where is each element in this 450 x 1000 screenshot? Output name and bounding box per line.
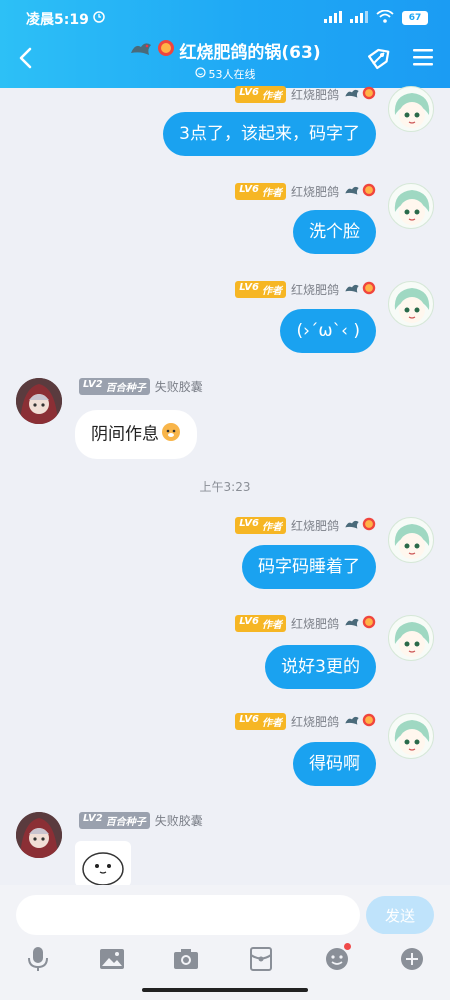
camera-icon[interactable]	[170, 943, 202, 975]
medal-icon	[157, 39, 175, 62]
other-avatar[interactable]	[16, 812, 62, 858]
wifi-icon	[376, 8, 394, 27]
message-meta: LV6 作者 红烧肥鸽	[235, 713, 376, 730]
my-avatar[interactable]	[388, 713, 434, 759]
message-bubble[interactable]: 阴间作息	[75, 410, 197, 459]
author-badge: LV6 作者	[235, 517, 286, 534]
medal-icon	[362, 517, 376, 534]
alarm-icon	[92, 8, 106, 27]
input-bar: 发送	[0, 885, 450, 1000]
image-icon[interactable]	[96, 943, 128, 975]
message-bubble[interactable]: 说好3更的	[265, 645, 376, 689]
status-icons: 67	[324, 8, 428, 27]
status-time: 凌晨5:19	[26, 12, 89, 28]
message-input[interactable]	[16, 895, 360, 935]
medal-icon	[362, 281, 376, 298]
medal-icon	[362, 713, 376, 730]
group-title: 红烧肥鸽的锅(63)	[179, 43, 321, 63]
plus-icon[interactable]	[396, 943, 428, 975]
dragon-icon	[344, 87, 360, 102]
my-avatar[interactable]	[388, 281, 434, 327]
message-text: 阴间作息	[91, 424, 159, 445]
time-divider: 上午3:23	[199, 480, 251, 494]
sender-name: 红烧肥鸽	[290, 617, 339, 631]
message-bubble[interactable]: 得码啊	[293, 742, 376, 786]
message-meta: LV6 作者 红烧肥鸽	[235, 517, 376, 534]
status-bar: 凌晨5:19 67	[0, 0, 450, 34]
sender-name: 红烧肥鸽	[290, 519, 339, 533]
message-bubble[interactable]: 3点了，该起来，码字了	[163, 112, 376, 156]
mic-icon[interactable]	[22, 943, 54, 975]
dragon-icon	[344, 282, 360, 297]
dragon-icon	[344, 184, 360, 199]
online-icon	[194, 67, 206, 81]
author-badge: LV6 作者	[235, 713, 286, 730]
message-meta: LV6 作者 红烧肥鸽	[235, 615, 376, 632]
message-meta: LV6 作者 红烧肥鸽	[235, 183, 376, 200]
member-badge: LV2 百合种子	[79, 378, 150, 395]
home-indicator[interactable]	[142, 988, 308, 992]
dragon-icon	[344, 518, 360, 533]
red-packet-icon[interactable]	[245, 943, 277, 975]
sender-name: 红烧肥鸽	[290, 185, 339, 199]
battery-icon: 67	[402, 10, 428, 25]
notification-dot	[344, 943, 351, 950]
sender-name: 红烧肥鸽	[290, 283, 339, 297]
message-bubble[interactable]: 洗个脸	[293, 210, 376, 254]
message-meta: LV2 百合种子 失败胶囊	[79, 812, 203, 829]
emoji-icon[interactable]	[321, 943, 353, 975]
my-avatar[interactable]	[388, 517, 434, 563]
message-meta: LV6 作者 红烧肥鸽	[235, 86, 376, 103]
message-bubble[interactable]: (›´ω`‹ )	[280, 309, 376, 353]
my-avatar[interactable]	[388, 183, 434, 229]
sticker-message[interactable]	[75, 841, 131, 887]
sender-name: 红烧肥鸽	[290, 715, 339, 729]
medal-icon	[362, 615, 376, 632]
chat-header: 凌晨5:19 67 红烧肥鸽的锅(63) 53人在线	[0, 0, 450, 88]
author-badge: LV6 作者	[235, 183, 286, 200]
author-badge: LV6 作者	[235, 86, 286, 103]
other-avatar[interactable]	[16, 378, 62, 424]
message-bubble[interactable]: 码字码睡着了	[242, 545, 376, 589]
message-meta: LV6 作者 红烧肥鸽	[235, 281, 376, 298]
sender-name: 失败胶囊	[154, 380, 203, 394]
input-toolbar	[0, 943, 450, 975]
author-badge: LV6 作者	[235, 281, 286, 298]
dragon-icon	[344, 714, 360, 729]
online-count: 53人在线	[208, 68, 256, 81]
sender-name: 失败胶囊	[154, 814, 203, 828]
my-avatar[interactable]	[388, 615, 434, 661]
my-avatar[interactable]	[388, 86, 434, 132]
sender-name: 红烧肥鸽	[290, 88, 339, 102]
dragon-icon	[344, 616, 360, 631]
menu-button[interactable]	[410, 44, 436, 74]
member-badge: LV2 百合种子	[79, 812, 150, 829]
dragon-icon	[129, 39, 153, 62]
group-tag-icon[interactable]	[364, 44, 392, 76]
signal-icon	[324, 8, 342, 27]
dog-emoji-icon	[161, 422, 181, 447]
message-meta: LV2 百合种子 失败胶囊	[79, 378, 203, 395]
author-badge: LV6 作者	[235, 615, 286, 632]
send-button[interactable]: 发送	[366, 896, 434, 934]
medal-icon	[362, 183, 376, 200]
medal-icon	[362, 86, 376, 103]
signal-hd-icon	[350, 8, 368, 27]
